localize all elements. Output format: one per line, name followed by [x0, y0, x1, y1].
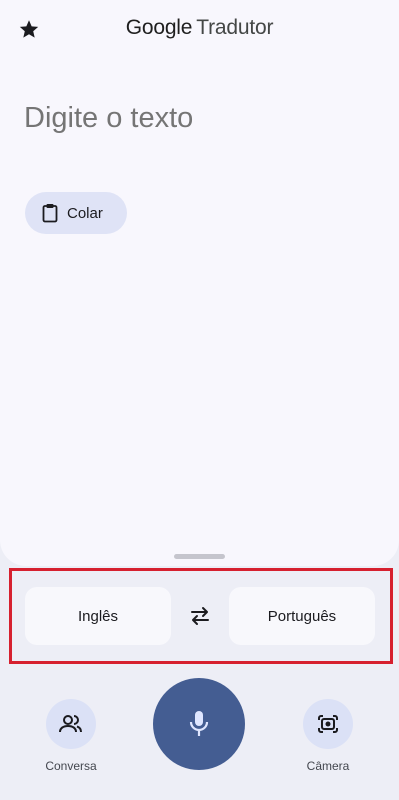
clipboard-icon — [42, 204, 58, 223]
source-text-input[interactable] — [24, 96, 374, 140]
input-panel: GoogleTradutor Colar — [0, 0, 399, 566]
app-title: Google Tradutor — [0, 16, 399, 40]
target-language-button[interactable]: Português — [229, 587, 375, 645]
paste-button[interactable]: Colar — [25, 192, 127, 234]
swap-languages-button[interactable] — [184, 600, 216, 632]
people-icon — [59, 715, 82, 733]
top-app-bar: Google Tradutor — [0, 0, 399, 56]
microphone-button[interactable] — [153, 678, 245, 770]
camera-icon — [318, 715, 338, 733]
source-language-label: Inglês — [77, 607, 119, 625]
app-product: Tradutor — [196, 16, 274, 39]
source-language-button[interactable]: Inglês — [25, 587, 171, 645]
camera-action: Câmera — [288, 699, 368, 773]
conversation-button[interactable] — [46, 699, 96, 749]
target-language-label: Português — [267, 607, 337, 625]
conversation-action: Conversa — [31, 699, 111, 773]
conversation-label: Conversa — [45, 759, 97, 773]
camera-label: Câmera — [306, 759, 350, 773]
app-brand: Google — [125, 16, 193, 39]
microphone-icon — [189, 711, 209, 736]
swap-arrows-icon — [191, 607, 209, 625]
camera-button[interactable] — [303, 699, 353, 749]
paste-label: Colar — [67, 204, 103, 222]
drag-handle[interactable] — [174, 554, 225, 559]
